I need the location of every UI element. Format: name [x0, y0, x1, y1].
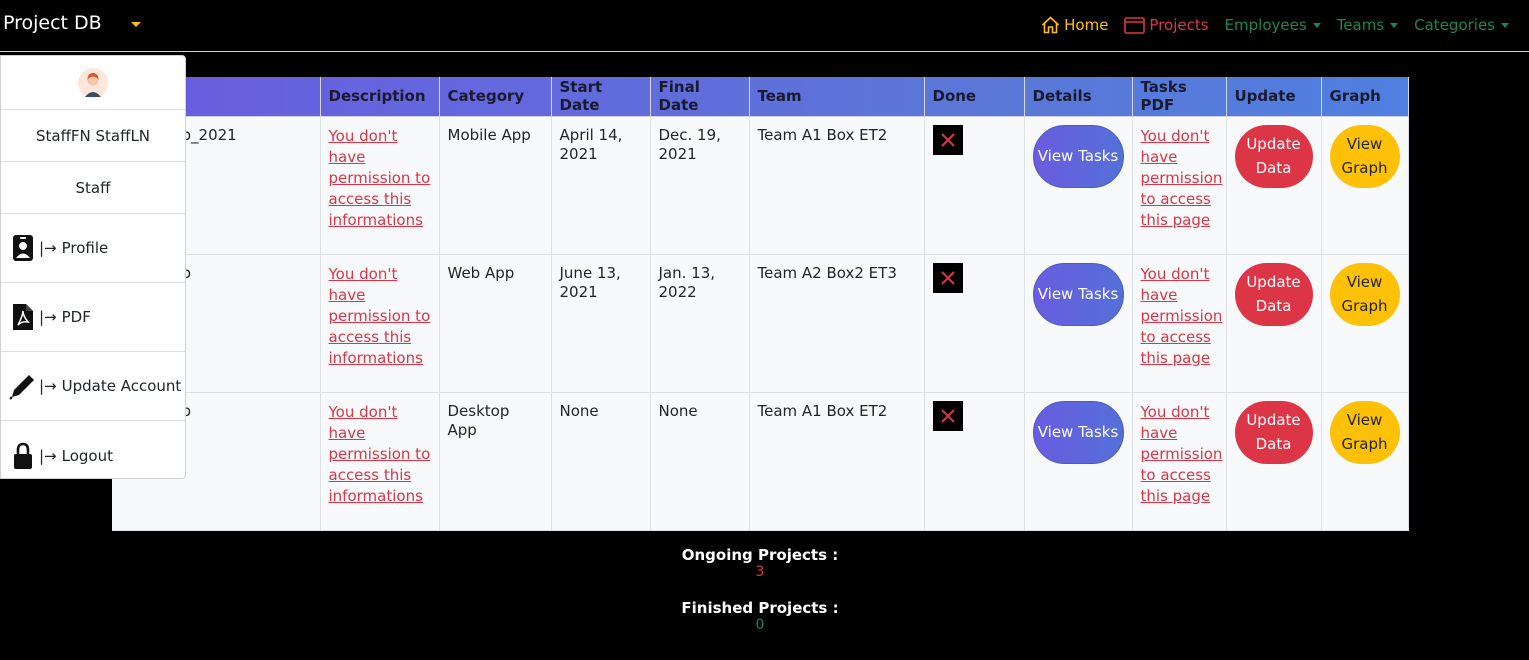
id-badge-icon — [9, 234, 37, 262]
header-tasks-pdf: Tasks PDF — [1132, 77, 1227, 117]
nav-projects[interactable]: Projects — [1124, 16, 1209, 34]
arrow-glyph: |→ — [39, 308, 57, 326]
user-full-name: StaffFN StaffLN — [1, 110, 185, 162]
window-icon — [1124, 16, 1146, 34]
header-done: Done — [924, 77, 1025, 117]
avatar-icon — [78, 67, 108, 98]
nav-categories-dropdown[interactable]: Categories — [1414, 16, 1509, 34]
header-category: Category — [439, 77, 552, 117]
description-permission-link[interactable]: You don't have permission to access this… — [329, 126, 431, 231]
menu-item-logout[interactable]: |→ Logout — [1, 421, 185, 490]
view-tasks-button[interactable]: View Tasks — [1032, 124, 1124, 188]
view-graph-button[interactable]: View Graph — [1329, 124, 1400, 188]
project-team: Team A1 Box ET2 — [749, 116, 925, 255]
menu-item-profile[interactable]: |→ Profile — [1, 214, 185, 283]
nav-links: Home Projects Employees Teams Categories — [1041, 14, 1529, 36]
menu-item-label: Profile — [61, 239, 109, 257]
header-description: Description — [320, 77, 440, 117]
project-final-date: Jan. 13, 2022 — [650, 254, 750, 393]
header-team: Team — [749, 77, 925, 117]
nav-teams-dropdown[interactable]: Teams — [1336, 16, 1399, 34]
project-start-date: April 14, 2021 — [551, 116, 651, 255]
nav-home-label: Home — [1064, 16, 1109, 34]
ongoing-projects-count: 3 — [755, 564, 765, 580]
finished-projects-label: Finished Projects : — [681, 599, 839, 617]
menu-item-label: Update Account — [61, 377, 182, 395]
navbar: Project DB Home Projects Employees Teams… — [0, 0, 1529, 52]
chevron-down-icon — [1312, 22, 1321, 28]
table-header-row: Description Category Start Date Final Da… — [112, 77, 1409, 117]
avatar — [1, 56, 185, 110]
update-data-button[interactable]: Update Data — [1234, 400, 1313, 464]
project-final-date: Dec. 19, 2021 — [650, 116, 750, 255]
header-update: Update — [1226, 77, 1322, 117]
profile-dropdown-toggle[interactable] — [131, 22, 141, 27]
project-start-date: None — [551, 392, 651, 531]
header-graph: Graph — [1321, 77, 1409, 117]
project-category: Mobile App — [439, 116, 552, 255]
nav-categories-label: Categories — [1414, 16, 1495, 34]
table-row: pp You don't have permission to access t… — [112, 254, 1409, 393]
nav-employees-label: Employees — [1224, 16, 1307, 34]
nav-projects-label: Projects — [1149, 16, 1209, 34]
nav-teams-label: Teams — [1336, 16, 1385, 34]
profile-dropdown-menu: StaffFN StaffLN Staff |→ Profile |→ PDF … — [0, 55, 186, 479]
pencil-icon — [9, 372, 37, 400]
arrow-glyph: |→ — [39, 446, 57, 465]
home-icon — [1041, 16, 1060, 34]
lock-icon — [9, 442, 37, 470]
close-icon — [932, 262, 963, 293]
description-permission-link[interactable]: You don't have permission to access this… — [329, 264, 431, 369]
finished-projects-count: 0 — [755, 617, 765, 633]
update-data-button[interactable]: Update Data — [1234, 262, 1313, 326]
user-role: Staff — [1, 162, 185, 214]
tasks-pdf-permission-link[interactable]: You don't have permission to access this… — [1141, 264, 1223, 369]
tasks-pdf-permission-link[interactable]: You don't have permission to access this… — [1141, 126, 1223, 231]
menu-item-label: Logout — [61, 446, 113, 465]
project-team: Team A2 Box2 ET3 — [749, 254, 925, 393]
view-tasks-button[interactable]: View Tasks — [1032, 400, 1124, 464]
nav-home[interactable]: Home — [1041, 16, 1108, 34]
table-row: pp_2021 You don't have permission to acc… — [112, 116, 1409, 255]
nav-employees-dropdown[interactable]: Employees — [1225, 16, 1321, 34]
chevron-down-icon — [1390, 22, 1399, 28]
header-start-date: Start Date — [551, 77, 651, 117]
project-final-date: None — [650, 392, 750, 531]
header-final-date: Final Date — [650, 77, 750, 117]
table-row: pp You don't have permission to access t… — [112, 392, 1409, 531]
brand-title[interactable]: Project DB — [3, 12, 102, 34]
menu-item-update-account[interactable]: |→ Update Account — [1, 352, 185, 421]
arrow-glyph: |→ — [39, 239, 57, 257]
project-start-date: June 13, 2021 — [551, 254, 651, 393]
menu-item-label: PDF — [61, 308, 91, 326]
close-icon — [932, 124, 963, 155]
description-permission-link[interactable]: You don't have permission to access this… — [329, 402, 431, 507]
project-stats: Ongoing Projects : 3 Finished Projects :… — [0, 546, 1520, 633]
chevron-down-icon — [1501, 22, 1509, 28]
tasks-pdf-permission-link[interactable]: You don't have permission to access this… — [1141, 402, 1223, 507]
update-data-button[interactable]: Update Data — [1234, 124, 1313, 188]
pdf-file-icon — [9, 303, 37, 331]
view-tasks-button[interactable]: View Tasks — [1032, 262, 1124, 326]
projects-table: Description Category Start Date Final Da… — [112, 77, 1409, 531]
ongoing-projects-label: Ongoing Projects : — [681, 546, 839, 564]
project-category: Desktop App — [439, 392, 552, 531]
view-graph-button[interactable]: View Graph — [1329, 262, 1400, 326]
view-graph-button[interactable]: View Graph — [1329, 400, 1400, 464]
project-category: Web App — [439, 254, 552, 393]
project-team: Team A1 Box ET2 — [749, 392, 925, 531]
header-details: Details — [1024, 77, 1133, 117]
arrow-glyph: |→ — [39, 377, 57, 395]
menu-item-pdf[interactable]: |→ PDF — [1, 283, 185, 352]
close-icon — [932, 400, 963, 431]
